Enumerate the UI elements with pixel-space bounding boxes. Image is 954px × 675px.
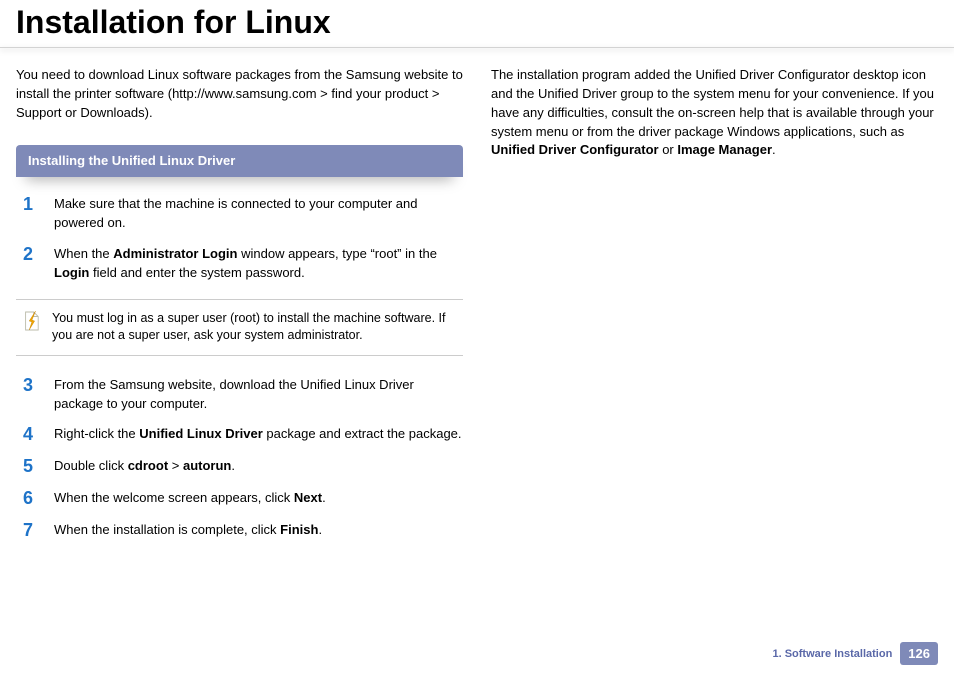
bold: Next xyxy=(294,490,322,505)
text: Right-click the xyxy=(54,426,139,441)
bold: Administrator Login xyxy=(113,246,237,261)
step-7: 7 When the installation is complete, cli… xyxy=(16,521,463,541)
step-number: 5 xyxy=(16,457,40,477)
note-text: You must log in as a super user (root) t… xyxy=(52,310,457,345)
step-number: 1 xyxy=(16,195,40,233)
intro-text: You need to download Linux software pack… xyxy=(16,66,463,123)
bold: cdroot xyxy=(128,458,168,473)
bold: Login xyxy=(54,265,89,280)
step-number: 3 xyxy=(16,376,40,414)
bold: Unified Linux Driver xyxy=(139,426,263,441)
left-column: You need to download Linux software pack… xyxy=(16,66,463,553)
page-footer: 1. Software Installation 126 xyxy=(772,642,938,665)
step-3: 3 From the Samsung website, download the… xyxy=(16,376,463,414)
chapter-label: 1. Software Installation xyxy=(772,648,892,660)
text: Double click xyxy=(54,458,128,473)
text: window appears, type “root” in the xyxy=(237,246,436,261)
step-5: 5 Double click cdroot > autorun. xyxy=(16,457,463,477)
text: package and extract the package. xyxy=(263,426,462,441)
note-box: You must log in as a super user (root) t… xyxy=(16,299,463,356)
text: When the installation is complete, click xyxy=(54,522,280,537)
step-number: 7 xyxy=(16,521,40,541)
page: Installation for Linux You need to downl… xyxy=(0,0,954,675)
title-separator xyxy=(0,47,954,48)
step-text: From the Samsung website, download the U… xyxy=(54,376,463,414)
text: field and enter the system password. xyxy=(89,265,304,280)
step-6: 6 When the welcome screen appears, click… xyxy=(16,489,463,509)
step-4: 4 Right-click the Unified Linux Driver p… xyxy=(16,425,463,445)
right-column: The installation program added the Unifi… xyxy=(491,66,938,553)
step-1: 1 Make sure that the machine is connecte… xyxy=(16,195,463,233)
step-text: Right-click the Unified Linux Driver pac… xyxy=(54,425,463,445)
text: . xyxy=(322,490,326,505)
step-text: When the welcome screen appears, click N… xyxy=(54,489,463,509)
step-number: 4 xyxy=(16,425,40,445)
text: When the xyxy=(54,246,113,261)
text: > xyxy=(168,458,183,473)
text: . xyxy=(231,458,235,473)
column-layout: You need to download Linux software pack… xyxy=(16,66,938,553)
bold: Finish xyxy=(280,522,318,537)
text: The installation program added the Unifi… xyxy=(491,67,934,139)
bold: autorun xyxy=(183,458,231,473)
step-text: When the Administrator Login window appe… xyxy=(54,245,463,283)
step-number: 2 xyxy=(16,245,40,283)
text: or xyxy=(659,142,678,157)
right-paragraph: The installation program added the Unifi… xyxy=(491,66,938,160)
bold: Unified Driver Configurator xyxy=(491,142,659,157)
note-icon xyxy=(22,310,40,332)
step-number: 6 xyxy=(16,489,40,509)
page-number: 126 xyxy=(900,642,938,665)
step-text: When the installation is complete, click… xyxy=(54,521,463,541)
step-text: Double click cdroot > autorun. xyxy=(54,457,463,477)
section-heading: Installing the Unified Linux Driver xyxy=(16,145,463,178)
page-title: Installation for Linux xyxy=(16,0,938,47)
bold: Image Manager xyxy=(677,142,772,157)
text: When the welcome screen appears, click xyxy=(54,490,294,505)
text: . xyxy=(772,142,776,157)
text: . xyxy=(318,522,322,537)
step-2: 2 When the Administrator Login window ap… xyxy=(16,245,463,283)
step-text: Make sure that the machine is connected … xyxy=(54,195,463,233)
